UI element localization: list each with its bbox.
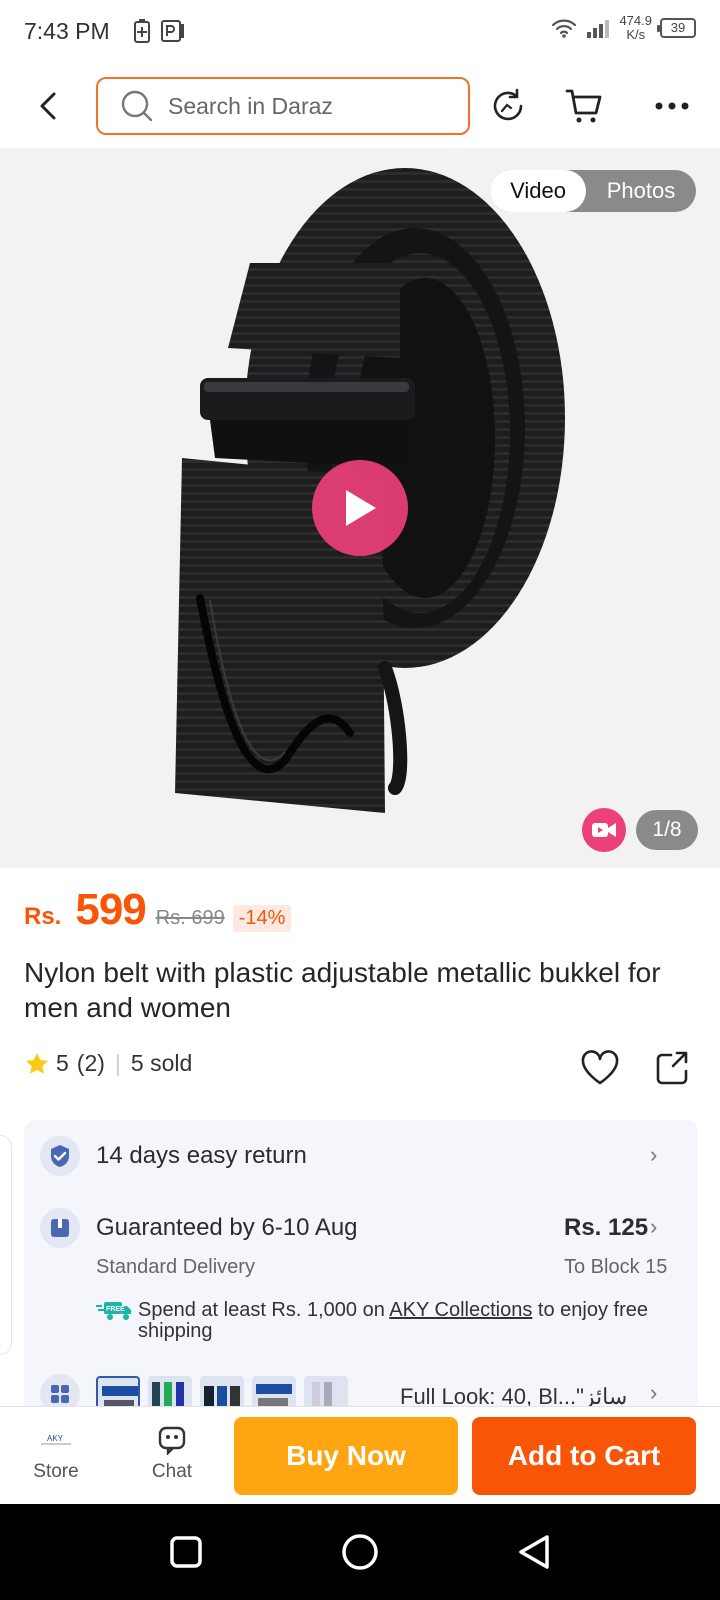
product-title: Nylon belt with plastic adjustable metal… xyxy=(24,957,661,1023)
delivery-location: To Block 15 xyxy=(564,1256,668,1278)
heart-icon xyxy=(581,1050,619,1085)
chat-button[interactable]: Chat xyxy=(132,1417,212,1483)
free-shipping-note: FREE Spend at least Rs. 1,000 on AKY Col… xyxy=(96,1300,666,1342)
current-price: 599 xyxy=(75,885,146,934)
play-video-button[interactable] xyxy=(312,460,408,556)
original-price: Rs. 699 xyxy=(155,907,225,929)
status-time: 7:43 PM xyxy=(24,18,110,44)
square-icon xyxy=(170,1536,202,1568)
circle-icon xyxy=(342,1534,378,1570)
store-logo-text: AKY xyxy=(47,1434,64,1443)
price-row: Rs. 599 Rs. 699 -14% xyxy=(24,885,292,935)
image-counter: 1/8 xyxy=(636,810,698,850)
free-shipping-prefix: Spend at least Rs. 1,000 on xyxy=(138,1299,390,1321)
sold-count: 5 sold xyxy=(130,1050,193,1076)
review-count: (2) xyxy=(76,1050,105,1076)
cart-button[interactable] xyxy=(564,86,604,126)
battery-saver-icon xyxy=(134,19,150,43)
rating-row[interactable]: 5 (2) | 5 sold xyxy=(24,1050,192,1077)
free-shipping-truck-icon: FREE xyxy=(96,1302,131,1320)
delivery-box-icon xyxy=(40,1208,80,1248)
home-button[interactable] xyxy=(338,1530,382,1574)
return-policy-row[interactable]: 14 days easy return › xyxy=(24,1120,698,1190)
cart-icon xyxy=(565,89,602,123)
wifi-icon xyxy=(552,19,577,38)
search-icon xyxy=(121,90,153,122)
signal-icon xyxy=(587,20,610,38)
more-options-button[interactable] xyxy=(652,86,692,126)
parking-app-icon xyxy=(161,20,184,42)
share-icon xyxy=(656,1051,688,1085)
chevron-left-icon xyxy=(40,92,56,120)
battery-icon: 39 xyxy=(657,18,696,38)
store-logo-icon: AKY xyxy=(16,1417,96,1461)
chat-label: Chat xyxy=(151,1461,193,1482)
tab-video[interactable]: Video xyxy=(490,170,586,212)
refresh-icon xyxy=(493,88,523,121)
network-speed-value: 474.9 xyxy=(619,13,652,28)
search-header xyxy=(0,64,720,148)
discount-badge: -14% xyxy=(232,905,292,932)
chevron-right-icon: › xyxy=(650,1142,658,1167)
price-currency: Rs. xyxy=(24,903,62,930)
back-button[interactable] xyxy=(32,86,64,126)
store-link[interactable]: AKY Collections xyxy=(389,1299,532,1321)
tab-photos[interactable]: Photos xyxy=(586,170,696,212)
status-system-icons: 474.9 K/s 39 xyxy=(551,14,696,42)
buy-now-button[interactable]: Buy Now xyxy=(234,1417,458,1495)
refresh-button[interactable] xyxy=(488,86,528,126)
search-input[interactable] xyxy=(168,92,448,120)
add-to-cart-button[interactable]: Add to Cart xyxy=(472,1417,696,1495)
side-panel-edge xyxy=(0,1135,12,1355)
more-dots-icon xyxy=(655,102,689,110)
delivery-info-card: 14 days easy return › Guaranteed by 6-10… xyxy=(24,1120,698,1420)
network-speed: 474.9 K/s xyxy=(619,14,652,42)
chevron-right-icon: › xyxy=(650,1214,658,1239)
delivery-row[interactable]: Guaranteed by 6-10 Aug Rs. 125 › Standar… xyxy=(24,1190,698,1300)
recent-apps-button[interactable] xyxy=(164,1530,208,1574)
rating-divider: | xyxy=(114,1050,121,1076)
star-icon xyxy=(26,1052,48,1074)
chevron-right-icon: › xyxy=(650,1380,658,1405)
play-icon xyxy=(346,490,376,526)
rating-value: 5 xyxy=(56,1050,69,1076)
status-bar: 7:43 PM 474.9 K/s 39 xyxy=(0,0,720,64)
video-indicator-button[interactable] xyxy=(582,808,626,852)
system-back-button[interactable] xyxy=(512,1530,556,1574)
return-policy-text: 14 days easy return xyxy=(96,1142,307,1169)
chat-bot-icon xyxy=(132,1417,212,1461)
video-camera-icon xyxy=(592,823,616,837)
network-speed-unit: K/s xyxy=(626,27,646,42)
store-label: Store xyxy=(33,1461,79,1482)
media-toggle: Video Photos xyxy=(490,170,696,212)
delivery-guarantee-text: Guaranteed by 6-10 Aug xyxy=(96,1214,358,1241)
shield-check-icon xyxy=(40,1136,80,1176)
share-button[interactable] xyxy=(650,1046,694,1090)
free-badge-text: FREE xyxy=(106,1306,125,1313)
product-media[interactable]: Video Photos 1/8 xyxy=(0,148,720,868)
triangle-back-icon xyxy=(519,1535,549,1569)
search-box[interactable] xyxy=(96,77,470,135)
delivery-type: Standard Delivery xyxy=(96,1256,255,1278)
bottom-action-bar: AKY Store Chat Buy Now Add to Cart xyxy=(0,1406,720,1504)
status-notification-icons xyxy=(132,18,186,44)
system-navigation-bar xyxy=(0,1504,720,1600)
wishlist-button[interactable] xyxy=(578,1046,622,1090)
delivery-fee: Rs. 125 xyxy=(564,1214,649,1241)
store-button[interactable]: AKY Store xyxy=(16,1417,96,1483)
